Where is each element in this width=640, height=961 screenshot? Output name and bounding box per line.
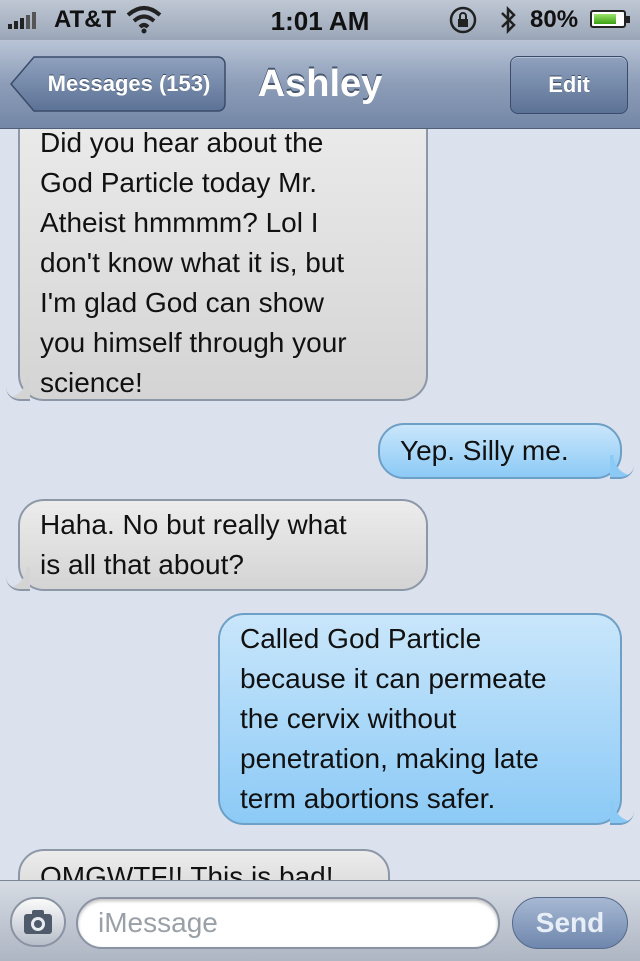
message-bubble-incoming[interactable]: Did you hear about the God Particle toda… xyxy=(6,129,428,401)
navigation-bar: Messages (153) Ashley Edit xyxy=(0,40,640,129)
message-line: OMGWTF!! This is bad! xyxy=(40,861,334,880)
message-line: science! xyxy=(40,367,143,398)
message-line: you himself through your xyxy=(40,327,347,358)
send-button[interactable]: Send xyxy=(512,897,628,949)
message-thread[interactable]: Did you hear about the God Particle toda… xyxy=(0,129,640,880)
conversation-title: Ashley xyxy=(257,63,383,105)
message-line: Atheist hmmmm? Lol I xyxy=(40,207,319,238)
back-button-label: Messages (153) xyxy=(47,71,211,96)
message-line: I'm glad God can show xyxy=(40,287,324,318)
message-line: term abortions safer. xyxy=(240,783,496,814)
message-line: Haha. No but really what xyxy=(40,509,347,540)
message-bubble-incoming[interactable]: Haha. No but really what is all that abo… xyxy=(6,499,428,591)
camera-icon xyxy=(24,910,52,934)
compose-bar: iMessage Send xyxy=(0,880,640,961)
rotation-lock-icon xyxy=(449,6,477,34)
imessage-input[interactable]: iMessage xyxy=(76,897,500,949)
messages-back-button[interactable]: Messages (153) xyxy=(10,56,226,112)
bluetooth-icon xyxy=(501,5,516,35)
message-line: penetration, making late xyxy=(240,743,539,774)
message-line: don't know what it is, but xyxy=(40,247,345,278)
message-line: Yep. Silly me. xyxy=(400,435,569,466)
battery-icon xyxy=(590,10,630,28)
message-line: the cervix without xyxy=(240,703,457,734)
message-bubble-incoming[interactable]: OMGWTF!! This is bad! xyxy=(18,849,390,880)
message-line: God Particle today Mr. xyxy=(40,167,318,198)
status-bar: AT&T 1:01 AM 80% xyxy=(0,0,640,40)
message-line: is all that about? xyxy=(40,549,244,580)
message-bubble-outgoing[interactable]: Yep. Silly me. xyxy=(378,423,634,479)
message-line: Did you hear about the xyxy=(40,129,324,158)
message-line: Called God Particle xyxy=(240,623,482,654)
message-bubble-outgoing[interactable]: Called God Particle because it can perme… xyxy=(218,613,634,825)
camera-button[interactable] xyxy=(10,897,66,947)
message-line: because it can permeate xyxy=(240,663,547,694)
battery-percent: 80% xyxy=(530,6,579,33)
edit-button[interactable]: Edit xyxy=(510,56,628,114)
